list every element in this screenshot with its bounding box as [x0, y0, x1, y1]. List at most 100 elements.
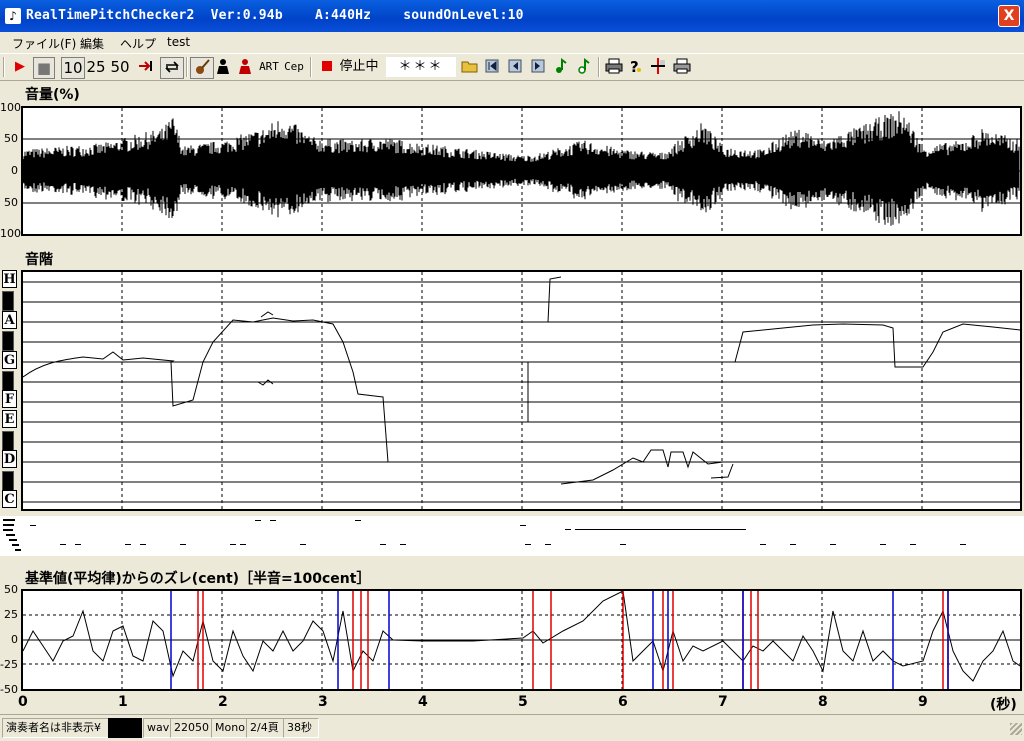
- art-button[interactable]: ART: [258, 57, 280, 77]
- onset-mark: [3, 524, 14, 526]
- toolbar-separator: [186, 57, 188, 77]
- onset-mark: [12, 544, 19, 546]
- pitch-panel-title: 音階: [25, 252, 53, 268]
- resize-grip[interactable]: [1010, 723, 1022, 735]
- volume-ytick: 100: [0, 227, 21, 240]
- onset-mark: [355, 520, 361, 521]
- onset-mark: [60, 544, 66, 545]
- xaxis-tick: 6: [618, 694, 628, 710]
- interval-50-button[interactable]: 50: [109, 57, 131, 77]
- cep-button[interactable]: Cep: [283, 57, 305, 77]
- help-icon[interactable]: ?: [626, 57, 644, 77]
- menu-bar: ファイル(F) 編集 ヘルプ test: [0, 32, 1024, 52]
- onset-mark: [9, 539, 17, 541]
- onset-mark: [240, 544, 246, 545]
- deviation-plot[interactable]: [21, 589, 1022, 691]
- status-performer: 演奏者名は非表示¥: [2, 718, 110, 738]
- onset-mark: [740, 529, 746, 530]
- note-label-d: D: [2, 450, 17, 468]
- interval-10-button[interactable]: 10: [61, 57, 85, 79]
- onset-mark: [575, 529, 735, 530]
- onset-mark: [75, 544, 81, 545]
- pitch-plot[interactable]: [21, 270, 1022, 511]
- status-page: 2/4頁: [246, 718, 284, 738]
- status-samplerate: 22050: [170, 718, 212, 738]
- onset-mark: [525, 544, 531, 545]
- volume-panel-title: 音量(%): [25, 87, 80, 103]
- onset-mark: [565, 529, 571, 530]
- onset-mark: [30, 525, 36, 526]
- print-icon[interactable]: [604, 57, 624, 77]
- marker-icon[interactable]: [648, 57, 668, 77]
- status-duration: 38秒: [283, 718, 319, 738]
- onset-mark: [545, 544, 551, 545]
- toolbar-separator: [3, 57, 5, 77]
- toolbar: ▶ ■ 10 25 50 ART Cep 停止中 ＊＊＊ ?: [0, 53, 1024, 81]
- menu-file[interactable]: ファイル(F): [12, 35, 76, 52]
- menu-edit[interactable]: 編集: [80, 35, 104, 52]
- onset-mark: [270, 520, 276, 521]
- jump-end-icon[interactable]: [136, 57, 156, 77]
- xaxis-tick: 4: [418, 694, 428, 710]
- record-stop-icon[interactable]: [318, 57, 336, 77]
- singer-icon[interactable]: [214, 57, 232, 77]
- note-label-h: H: [2, 270, 17, 288]
- onset-mark: [790, 544, 796, 545]
- onset-mark: [520, 525, 526, 526]
- interval-25-button[interactable]: 25: [85, 57, 107, 77]
- note-display: ＊＊＊: [386, 57, 456, 77]
- xaxis-unit: (秒): [990, 697, 1017, 713]
- toolbar-separator: [598, 57, 600, 77]
- violin-icon[interactable]: [190, 57, 214, 79]
- black-key: [2, 431, 14, 451]
- black-key: [2, 471, 14, 491]
- note-green-icon[interactable]: [552, 57, 570, 77]
- onset-mark: [255, 520, 261, 521]
- xaxis-tick: 3: [318, 694, 328, 710]
- volume-plot[interactable]: [21, 106, 1022, 236]
- deviation-curve: [23, 591, 1020, 689]
- print-preview-icon[interactable]: [672, 57, 692, 77]
- deviation-ytick: -50: [0, 683, 18, 696]
- svg-text:?: ?: [630, 58, 639, 75]
- play-button[interactable]: ▶: [10, 57, 30, 77]
- xaxis-tick: 2: [218, 694, 228, 710]
- status-channel: Mono: [211, 718, 247, 738]
- deviation-ytick: 0: [11, 633, 18, 646]
- close-button[interactable]: X: [998, 5, 1020, 27]
- title-bar: ♪ RealTimePitchChecker2 Ver:0.94b A:440H…: [0, 0, 1024, 32]
- stop-button[interactable]: ■: [33, 57, 55, 79]
- step-forward-icon[interactable]: [529, 57, 547, 77]
- open-folder-icon[interactable]: [460, 57, 480, 77]
- singer-red-icon[interactable]: [236, 57, 254, 77]
- onset-mark: [180, 544, 186, 545]
- note-label-g: G: [2, 351, 17, 369]
- skip-start-icon[interactable]: [483, 57, 501, 77]
- onset-mark: [3, 519, 15, 521]
- onset-mark: [6, 534, 15, 536]
- pitch-fragment: [260, 311, 274, 318]
- waveform-trace: [23, 111, 1020, 226]
- window-title: RealTimePitchChecker2 Ver:0.94b A:440Hz …: [26, 8, 524, 23]
- onset-mark: [880, 544, 886, 545]
- volume-ytick: 0: [11, 164, 18, 177]
- status-filetype: wav: [143, 718, 171, 738]
- menu-test[interactable]: test: [167, 35, 190, 49]
- xaxis-tick: 1: [118, 694, 128, 710]
- onset-mark: [380, 544, 386, 545]
- note-label-f: F: [2, 390, 17, 408]
- note-outline-icon[interactable]: [575, 57, 593, 77]
- step-back-icon[interactable]: [506, 57, 524, 77]
- music-note-icon: ♪: [5, 8, 21, 24]
- menu-help[interactable]: ヘルプ: [120, 35, 156, 52]
- deviation-ytick: 25: [4, 608, 18, 621]
- onset-strip: [0, 516, 1024, 556]
- note-label-a: A: [2, 311, 17, 329]
- black-key: [2, 371, 14, 391]
- deviation-panel-title: 基準値(平均律)からのズレ(cent)［半音=100cent］: [25, 571, 371, 587]
- onset-mark: [760, 544, 766, 545]
- volume-waveform: [23, 108, 1020, 234]
- loop-icon[interactable]: [160, 57, 184, 79]
- xaxis-tick: 9: [918, 694, 928, 710]
- xaxis-tick: 7: [718, 694, 728, 710]
